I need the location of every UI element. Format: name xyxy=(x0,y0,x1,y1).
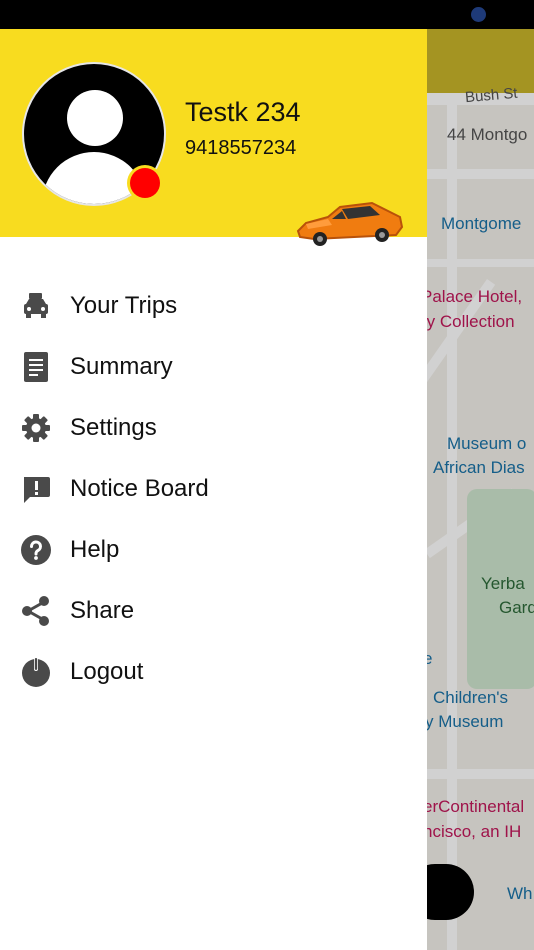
menu-label-help: Help xyxy=(70,536,120,563)
help-icon xyxy=(20,534,52,566)
user-name: Testk 234 xyxy=(185,97,301,127)
menu-label-settings: Settings xyxy=(70,414,157,441)
menu-label-notice-board: Notice Board xyxy=(70,475,209,502)
user-phone: 9418557234 xyxy=(185,137,297,159)
power-icon xyxy=(20,656,52,688)
drawer-header: Testk 234 9418557234 xyxy=(0,29,427,246)
avatar-head xyxy=(67,90,123,146)
menu-label-your-trips: Your Trips xyxy=(70,292,178,319)
menu-item-logout[interactable]: Logout xyxy=(0,646,427,698)
menu-label-share: Share xyxy=(70,597,135,624)
document-icon xyxy=(20,351,52,383)
background-map[interactable]: Bush St 44 Montgo Montgome Palace Hotel,… xyxy=(427,29,534,950)
drawer-scrim[interactable] xyxy=(427,29,534,950)
menu-item-your-trips[interactable]: Your Trips xyxy=(0,280,427,332)
share-icon xyxy=(20,595,52,627)
menu-item-summary[interactable]: Summary xyxy=(0,341,427,393)
menu-item-help[interactable]: Help xyxy=(0,524,427,576)
feedback-icon xyxy=(20,473,52,505)
menu-label-summary: Summary xyxy=(70,353,173,380)
menu-item-share[interactable]: Share xyxy=(0,585,427,637)
car-icon xyxy=(20,290,52,322)
online-status-indicator xyxy=(130,168,160,198)
navigation-drawer: Testk 234 9418557234 Your Trips Summary … xyxy=(0,29,427,950)
menu-label-logout: Logout xyxy=(70,658,144,685)
status-bar xyxy=(0,0,534,29)
menu-item-settings[interactable]: Settings xyxy=(0,402,427,454)
menu-item-notice-board[interactable]: Notice Board xyxy=(0,463,427,515)
location-indicator-icon xyxy=(471,7,486,22)
taxi-car-icon xyxy=(296,201,404,246)
gear-icon xyxy=(20,412,52,444)
